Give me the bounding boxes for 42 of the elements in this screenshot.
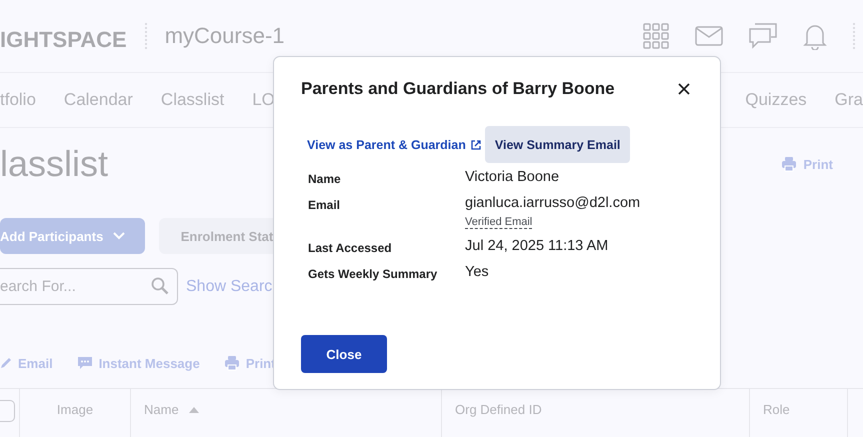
field-label: Last Accessed — [308, 240, 393, 255]
course-title[interactable]: myCourse-1 — [164, 23, 285, 49]
printer-icon — [224, 355, 240, 371]
dialog-title: Parents and Guardians of Barry Boone — [301, 79, 615, 99]
action-link[interactable]: Email — [0, 355, 53, 371]
nav-link[interactable]: Classlist — [160, 90, 224, 110]
view-summary-email-button[interactable]: View Summary Email — [484, 126, 630, 163]
mail-icon[interactable] — [695, 26, 723, 46]
column-header: Role — [763, 402, 790, 417]
brand-logo: IGHTSPACE — [0, 27, 127, 53]
grid-icon[interactable] — [643, 23, 669, 49]
search-icon — [151, 277, 169, 295]
chat-bubble-icon — [76, 356, 93, 370]
field-label: Name — [308, 171, 342, 186]
pencil-icon — [0, 357, 12, 369]
view-as-parent-link[interactable]: View as Parent & Guardian — [307, 138, 481, 152]
print-link[interactable]: Print — [781, 156, 833, 172]
search-field[interactable]: earch For... — [0, 268, 178, 305]
chevron-down-icon — [113, 232, 126, 240]
nav-link[interactable]: Calendar — [64, 90, 133, 110]
column-header: Org Defined ID — [455, 402, 542, 417]
close-button[interactable]: Close — [301, 335, 387, 373]
field-value: Victoria Boone — [465, 169, 560, 185]
page-title: lasslist — [0, 143, 108, 185]
nav-link[interactable]: Gra — [834, 90, 863, 110]
add-participants-button[interactable]: Add Participants — [0, 218, 145, 254]
external-link-icon — [470, 140, 481, 150]
nav-link[interactable]: tfolio — [0, 90, 36, 110]
field-value: Yes — [465, 264, 490, 280]
column-header: Image — [56, 402, 94, 417]
column-header[interactable]: Name — [144, 402, 199, 417]
chat-icon[interactable] — [749, 23, 777, 49]
field-label: Email — [308, 197, 342, 212]
nav-link[interactable]: Quizzes — [745, 90, 807, 110]
show-search-link[interactable]: Show Searc — [186, 278, 272, 296]
verified-email-note: Verified Email — [465, 216, 532, 229]
action-link[interactable]: Instant Message — [76, 355, 200, 371]
field-label: Gets Weekly Summary — [308, 266, 438, 281]
select-all-checkbox[interactable] — [0, 400, 15, 422]
printer-icon — [781, 156, 798, 172]
field-value: Jul 24, 2025 11:13 AM — [465, 238, 610, 254]
field-value: gianluca.iarrusso@d2l.com — [465, 195, 642, 211]
